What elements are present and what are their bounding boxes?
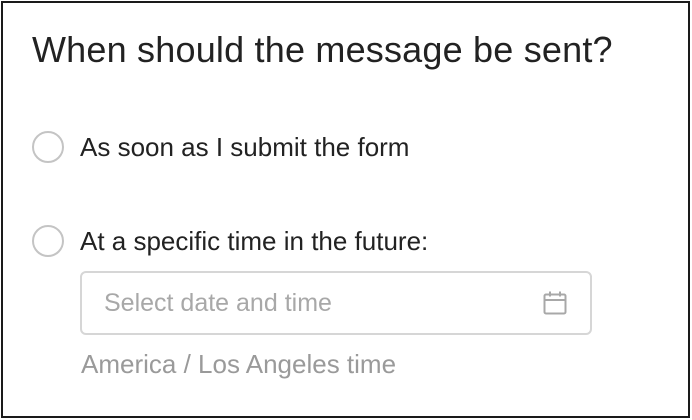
option-send-scheduled[interactable]: At a specific time in the future: xyxy=(32,225,428,257)
option-label-send-immediately: As soon as I submit the form xyxy=(80,131,410,162)
timezone-label: America / Los Angeles time xyxy=(81,349,397,379)
send-time-panel: When should the message be sent? As soon… xyxy=(1,1,690,418)
calendar-icon[interactable] xyxy=(542,290,568,316)
radio-send-scheduled[interactable] xyxy=(32,225,64,257)
option-label-send-scheduled: At a specific time in the future: xyxy=(80,225,429,256)
datetime-field[interactable] xyxy=(80,271,592,335)
datetime-input[interactable] xyxy=(104,288,542,318)
option-send-immediately[interactable]: As soon as I submit the form xyxy=(32,131,409,163)
radio-send-immediately[interactable] xyxy=(32,131,64,163)
page-title: When should the message be sent? xyxy=(32,29,613,70)
